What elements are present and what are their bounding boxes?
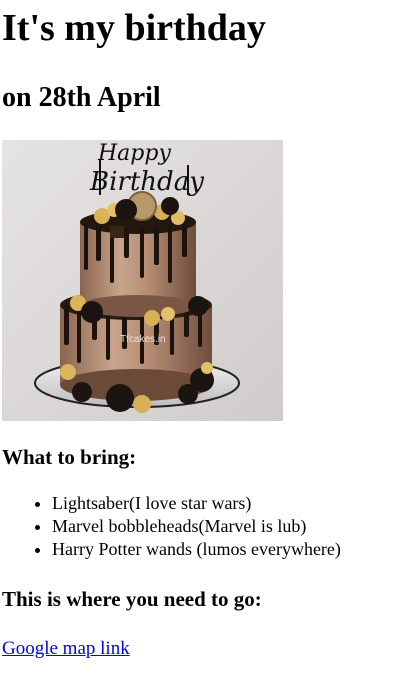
list-item: Harry Potter wands (lumos everywhere) <box>52 538 398 561</box>
page-title: It's my birthday <box>2 7 266 49</box>
list-item: Lightsaber(I love star wars) <box>52 492 398 515</box>
page-subtitle: on 28th April <box>2 82 161 113</box>
list-item: Marvel bobbleheads(Marvel is lub) <box>52 515 398 538</box>
page: It's my birthday on 28th April Happy Bir… <box>0 6 400 661</box>
location-heading: This is where you need to go: <box>2 587 262 611</box>
bring-list: Lightsaber(I love star wars) Marvel bobb… <box>2 492 398 561</box>
topper-text-line1: Happy <box>97 141 171 166</box>
what-to-bring-heading: What to bring: <box>2 445 137 469</box>
image-watermark: Tfcakes.in <box>120 334 166 345</box>
topper-text-line2: Birthday <box>89 167 204 197</box>
google-map-link[interactable]: Google map link <box>2 637 130 661</box>
birthday-cake-image: Happy Birthday Tfcakes.in <box>2 140 283 421</box>
